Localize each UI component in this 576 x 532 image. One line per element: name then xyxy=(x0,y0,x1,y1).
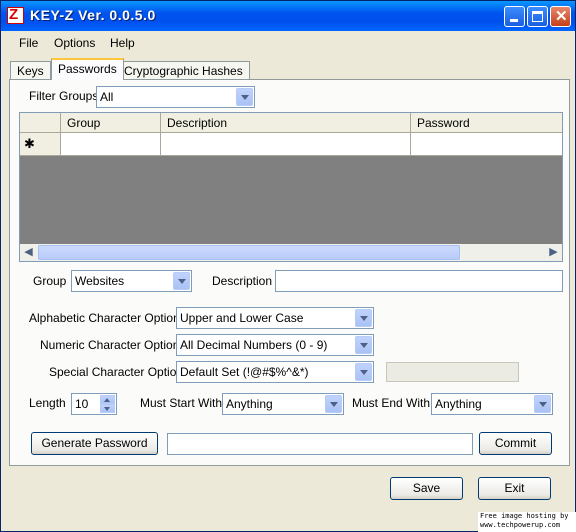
column-header-password[interactable]: Password xyxy=(411,113,562,133)
watermark: Free image hosting by www.techpowerup.co… xyxy=(478,512,576,532)
menu-file[interactable]: File xyxy=(19,36,38,50)
chevron-down-icon[interactable] xyxy=(355,309,372,327)
must-start-select[interactable]: Anything xyxy=(222,393,344,415)
tab-passwords[interactable]: Passwords xyxy=(51,58,124,80)
description-label: Description xyxy=(212,274,273,288)
must-end-select[interactable]: Anything xyxy=(431,393,553,415)
special-options-label: Special Character Option xyxy=(49,365,184,379)
menu-options[interactable]: Options xyxy=(54,36,95,50)
minimize-button[interactable] xyxy=(504,6,525,27)
filter-groups-label: Filter Groups xyxy=(29,89,99,103)
group-label: Group xyxy=(33,274,67,288)
title-bar[interactable]: Z KEY-Z Ver. 0.0.5.0 ✕ xyxy=(1,1,575,31)
group-select[interactable]: Websites xyxy=(71,270,192,292)
numeric-options-value: All Decimal Numbers (0 - 9) xyxy=(180,338,328,352)
spin-up-icon[interactable] xyxy=(100,395,115,404)
window-title: KEY-Z Ver. 0.0.5.0 xyxy=(30,7,156,23)
chevron-down-icon[interactable] xyxy=(355,336,372,354)
must-end-value: Anything xyxy=(435,397,482,411)
chevron-down-icon[interactable] xyxy=(236,88,253,106)
new-row-marker-icon: ✱ xyxy=(20,133,61,156)
app-z-icon: Z xyxy=(7,6,24,24)
watermark-line-2: www.techpowerup.com xyxy=(480,521,561,529)
filter-groups-select[interactable]: All xyxy=(96,86,255,108)
scroll-right-icon[interactable]: ▶ xyxy=(545,244,562,261)
numeric-options-label: Numeric Character Options xyxy=(40,338,186,352)
generate-password-button[interactable]: Generate Password xyxy=(31,432,158,455)
chevron-down-icon[interactable] xyxy=(534,395,551,413)
scroll-left-icon[interactable]: ◀ xyxy=(20,244,37,261)
chevron-down-icon[interactable] xyxy=(355,363,372,381)
tab-keys[interactable]: Keys xyxy=(10,61,51,80)
maximize-button[interactable] xyxy=(527,6,548,27)
numeric-options-select[interactable]: All Decimal Numbers (0 - 9) xyxy=(176,334,374,356)
commit-button[interactable]: Commit xyxy=(479,432,552,455)
column-header-group[interactable]: Group xyxy=(61,113,161,133)
chevron-down-icon[interactable] xyxy=(173,272,190,290)
chevron-down-icon[interactable] xyxy=(325,395,342,413)
alpha-options-value: Upper and Lower Case xyxy=(180,311,304,325)
custom-special-chars-field xyxy=(386,362,519,382)
cell-password[interactable] xyxy=(411,133,562,156)
alpha-options-label: Alphabetic Character Options xyxy=(29,311,186,325)
length-label: Length xyxy=(29,396,66,410)
menu-help[interactable]: Help xyxy=(110,36,135,50)
passwords-grid[interactable]: Group Description Password ✱ ◀ ▶ xyxy=(19,112,563,262)
special-options-value: Default Set (!@#$%^&*) xyxy=(180,365,309,379)
cell-description[interactable] xyxy=(161,133,411,156)
new-row-marker: ✱ xyxy=(24,136,35,151)
filter-groups-value: All xyxy=(100,90,114,104)
tab-strip: Keys Passwords Cryptographic Hashes xyxy=(1,58,575,80)
watermark-line-1: Free image hosting by xyxy=(480,512,569,520)
length-value: 10 xyxy=(75,397,89,411)
cell-group[interactable] xyxy=(61,133,161,156)
must-start-value: Anything xyxy=(226,397,273,411)
app-window: Z KEY-Z Ver. 0.0.5.0 ✕ File Options Help… xyxy=(0,0,576,532)
scroll-thumb[interactable] xyxy=(38,245,460,260)
row-header-corner xyxy=(20,113,61,133)
length-stepper[interactable]: 10 xyxy=(71,393,117,415)
column-header-description[interactable]: Description xyxy=(161,113,411,133)
horizontal-scrollbar[interactable]: ◀ ▶ xyxy=(20,244,562,261)
special-options-select[interactable]: Default Set (!@#$%^&*) xyxy=(176,361,374,383)
must-start-label: Must Start With xyxy=(140,396,223,410)
group-value: Websites xyxy=(75,274,125,288)
grid-header: Group Description Password xyxy=(20,113,562,133)
table-row[interactable]: ✱ xyxy=(20,133,562,156)
tab-cryptographic-hashes[interactable]: Cryptographic Hashes xyxy=(117,61,250,80)
save-button[interactable]: Save xyxy=(390,477,463,500)
exit-button[interactable]: Exit xyxy=(478,477,551,500)
description-field[interactable] xyxy=(275,270,563,292)
alpha-options-select[interactable]: Upper and Lower Case xyxy=(176,307,374,329)
menu-bar: File Options Help xyxy=(1,32,575,54)
spin-down-icon[interactable] xyxy=(100,404,115,413)
must-end-label: Must End With xyxy=(352,396,431,410)
close-button[interactable]: ✕ xyxy=(550,6,571,27)
generated-password-field[interactable] xyxy=(167,433,473,455)
